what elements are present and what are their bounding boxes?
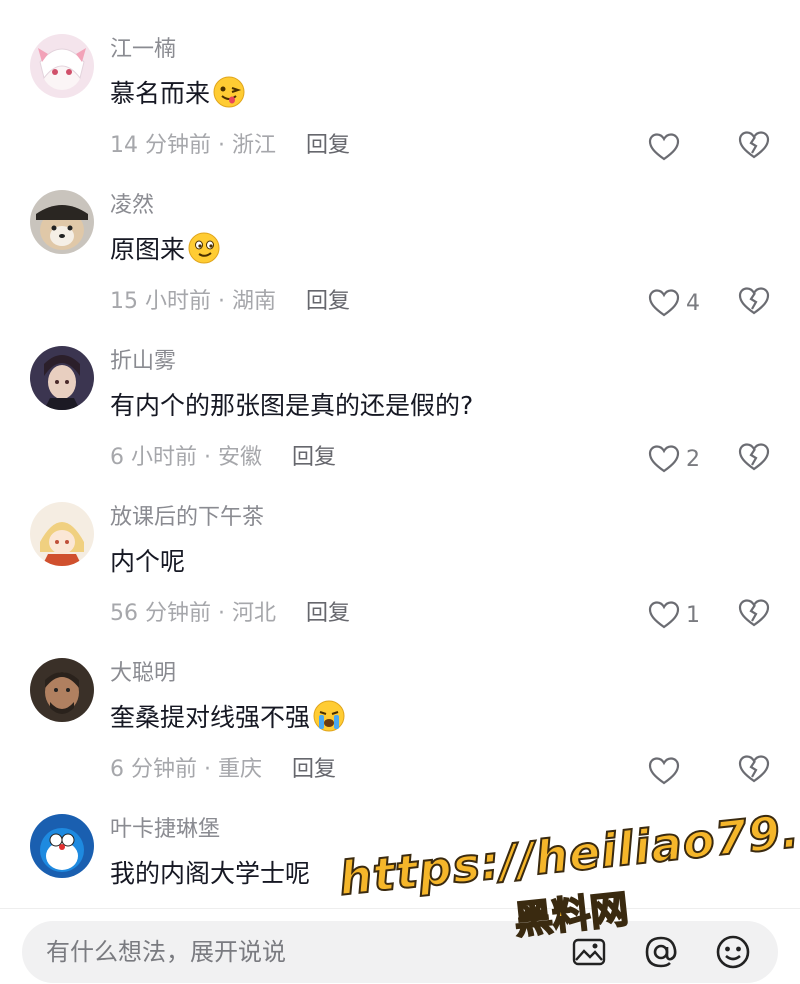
heart-icon: [648, 289, 680, 317]
comment-meta: 6 小时前 · 安徽 回复: [110, 442, 336, 474]
like-button[interactable]: 4: [648, 286, 700, 320]
comment-list: 江一楠 慕名而来 14 分钟前 · 浙江 回复 凌然 原图来 15 小时前 · 湖…: [0, 0, 800, 908]
broken-heart-icon: [738, 443, 770, 471]
comment-text: 内个呢: [110, 547, 186, 576]
username[interactable]: 大聪明: [110, 658, 176, 690]
heart-icon: [648, 601, 680, 629]
like-button[interactable]: [648, 754, 700, 788]
emoji-icon[interactable]: [714, 933, 752, 971]
dislike-button[interactable]: [738, 286, 770, 320]
comment-meta: 14 分钟前 · 浙江 回复: [110, 130, 350, 162]
comment-input[interactable]: 有什么想法，展开说说: [22, 921, 778, 983]
comment-item: 折山雾 有内个的那张图是真的还是假的? 6 小时前 · 安徽 回复 2: [0, 346, 800, 502]
avatar[interactable]: [30, 814, 94, 878]
comment-meta: 6 分钟前 · 重庆 回复: [110, 754, 336, 786]
avatar[interactable]: [30, 658, 94, 722]
comment-meta: 56 分钟前 · 河北 回复: [110, 598, 350, 630]
like-count: 2: [686, 446, 700, 472]
heart-icon: [648, 133, 680, 161]
broken-heart-icon: [738, 131, 770, 159]
comment-text: 奎桑提对线强不强: [110, 698, 346, 738]
comment-meta: 15 小时前 · 湖南 回复: [110, 286, 350, 318]
comment-item: 放课后的下午茶 内个呢 56 分钟前 · 河北 回复 1: [0, 502, 800, 658]
comment-text: 有内个的那张图是真的还是假的?: [110, 391, 474, 420]
username[interactable]: 叶卡捷琳堡: [110, 814, 220, 846]
smirk-emoji: [187, 231, 221, 265]
at-icon[interactable]: [642, 933, 680, 971]
comment-text: 我的内阁大学士呢: [110, 859, 311, 888]
username[interactable]: 江一楠: [110, 34, 176, 66]
comment-item: 江一楠 慕名而来 14 分钟前 · 浙江 回复: [0, 34, 800, 190]
comment-item: 大聪明 奎桑提对线强不强 6 分钟前 · 重庆 回复: [0, 658, 800, 814]
comment-time: 14 分钟前 · 浙江: [110, 133, 276, 158]
avatar[interactable]: [30, 190, 94, 254]
like-count: 1: [686, 602, 700, 628]
dislike-button[interactable]: [738, 754, 770, 788]
image-icon[interactable]: [570, 933, 608, 971]
reply-button[interactable]: 回复: [306, 133, 350, 158]
reply-button[interactable]: 回复: [306, 289, 350, 314]
like-count: 4: [686, 290, 700, 316]
crying-emoji: [312, 699, 346, 733]
comment-time: 6 分钟前 · 重庆: [110, 757, 262, 782]
comment-time: 6 小时前 · 安徽: [110, 445, 262, 470]
heart-icon: [648, 757, 680, 785]
tongue-wink-emoji: [212, 75, 246, 109]
avatar[interactable]: [30, 346, 94, 410]
broken-heart-icon: [738, 599, 770, 627]
avatar[interactable]: [30, 34, 94, 98]
like-button[interactable]: 1: [648, 598, 700, 632]
heart-icon: [648, 445, 680, 473]
dislike-button[interactable]: [738, 130, 770, 164]
comment-item: 凌然 原图来 15 小时前 · 湖南 回复 4: [0, 190, 800, 346]
comment-item: 叶卡捷琳堡 我的内阁大学士呢: [0, 814, 800, 908]
dislike-button[interactable]: [738, 442, 770, 476]
comment-time: 15 小时前 · 湖南: [110, 289, 276, 314]
broken-heart-icon: [738, 755, 770, 783]
broken-heart-icon: [738, 287, 770, 315]
comment-text: 原图来: [110, 230, 221, 270]
username[interactable]: 放课后的下午茶: [110, 502, 264, 534]
like-button[interactable]: 2: [648, 442, 700, 476]
comment-text: 慕名而来: [110, 74, 246, 114]
reply-button[interactable]: 回复: [292, 445, 336, 470]
username[interactable]: 凌然: [110, 190, 154, 222]
input-placeholder: 有什么想法，展开说说: [46, 938, 286, 966]
like-button[interactable]: [648, 130, 700, 164]
dislike-button[interactable]: [738, 598, 770, 632]
comment-input-bar: 有什么想法，展开说说: [0, 908, 800, 984]
username[interactable]: 折山雾: [110, 346, 176, 378]
reply-button[interactable]: 回复: [292, 757, 336, 782]
comment-time: 56 分钟前 · 河北: [110, 601, 276, 626]
reply-button[interactable]: 回复: [306, 601, 350, 626]
avatar[interactable]: [30, 502, 94, 566]
